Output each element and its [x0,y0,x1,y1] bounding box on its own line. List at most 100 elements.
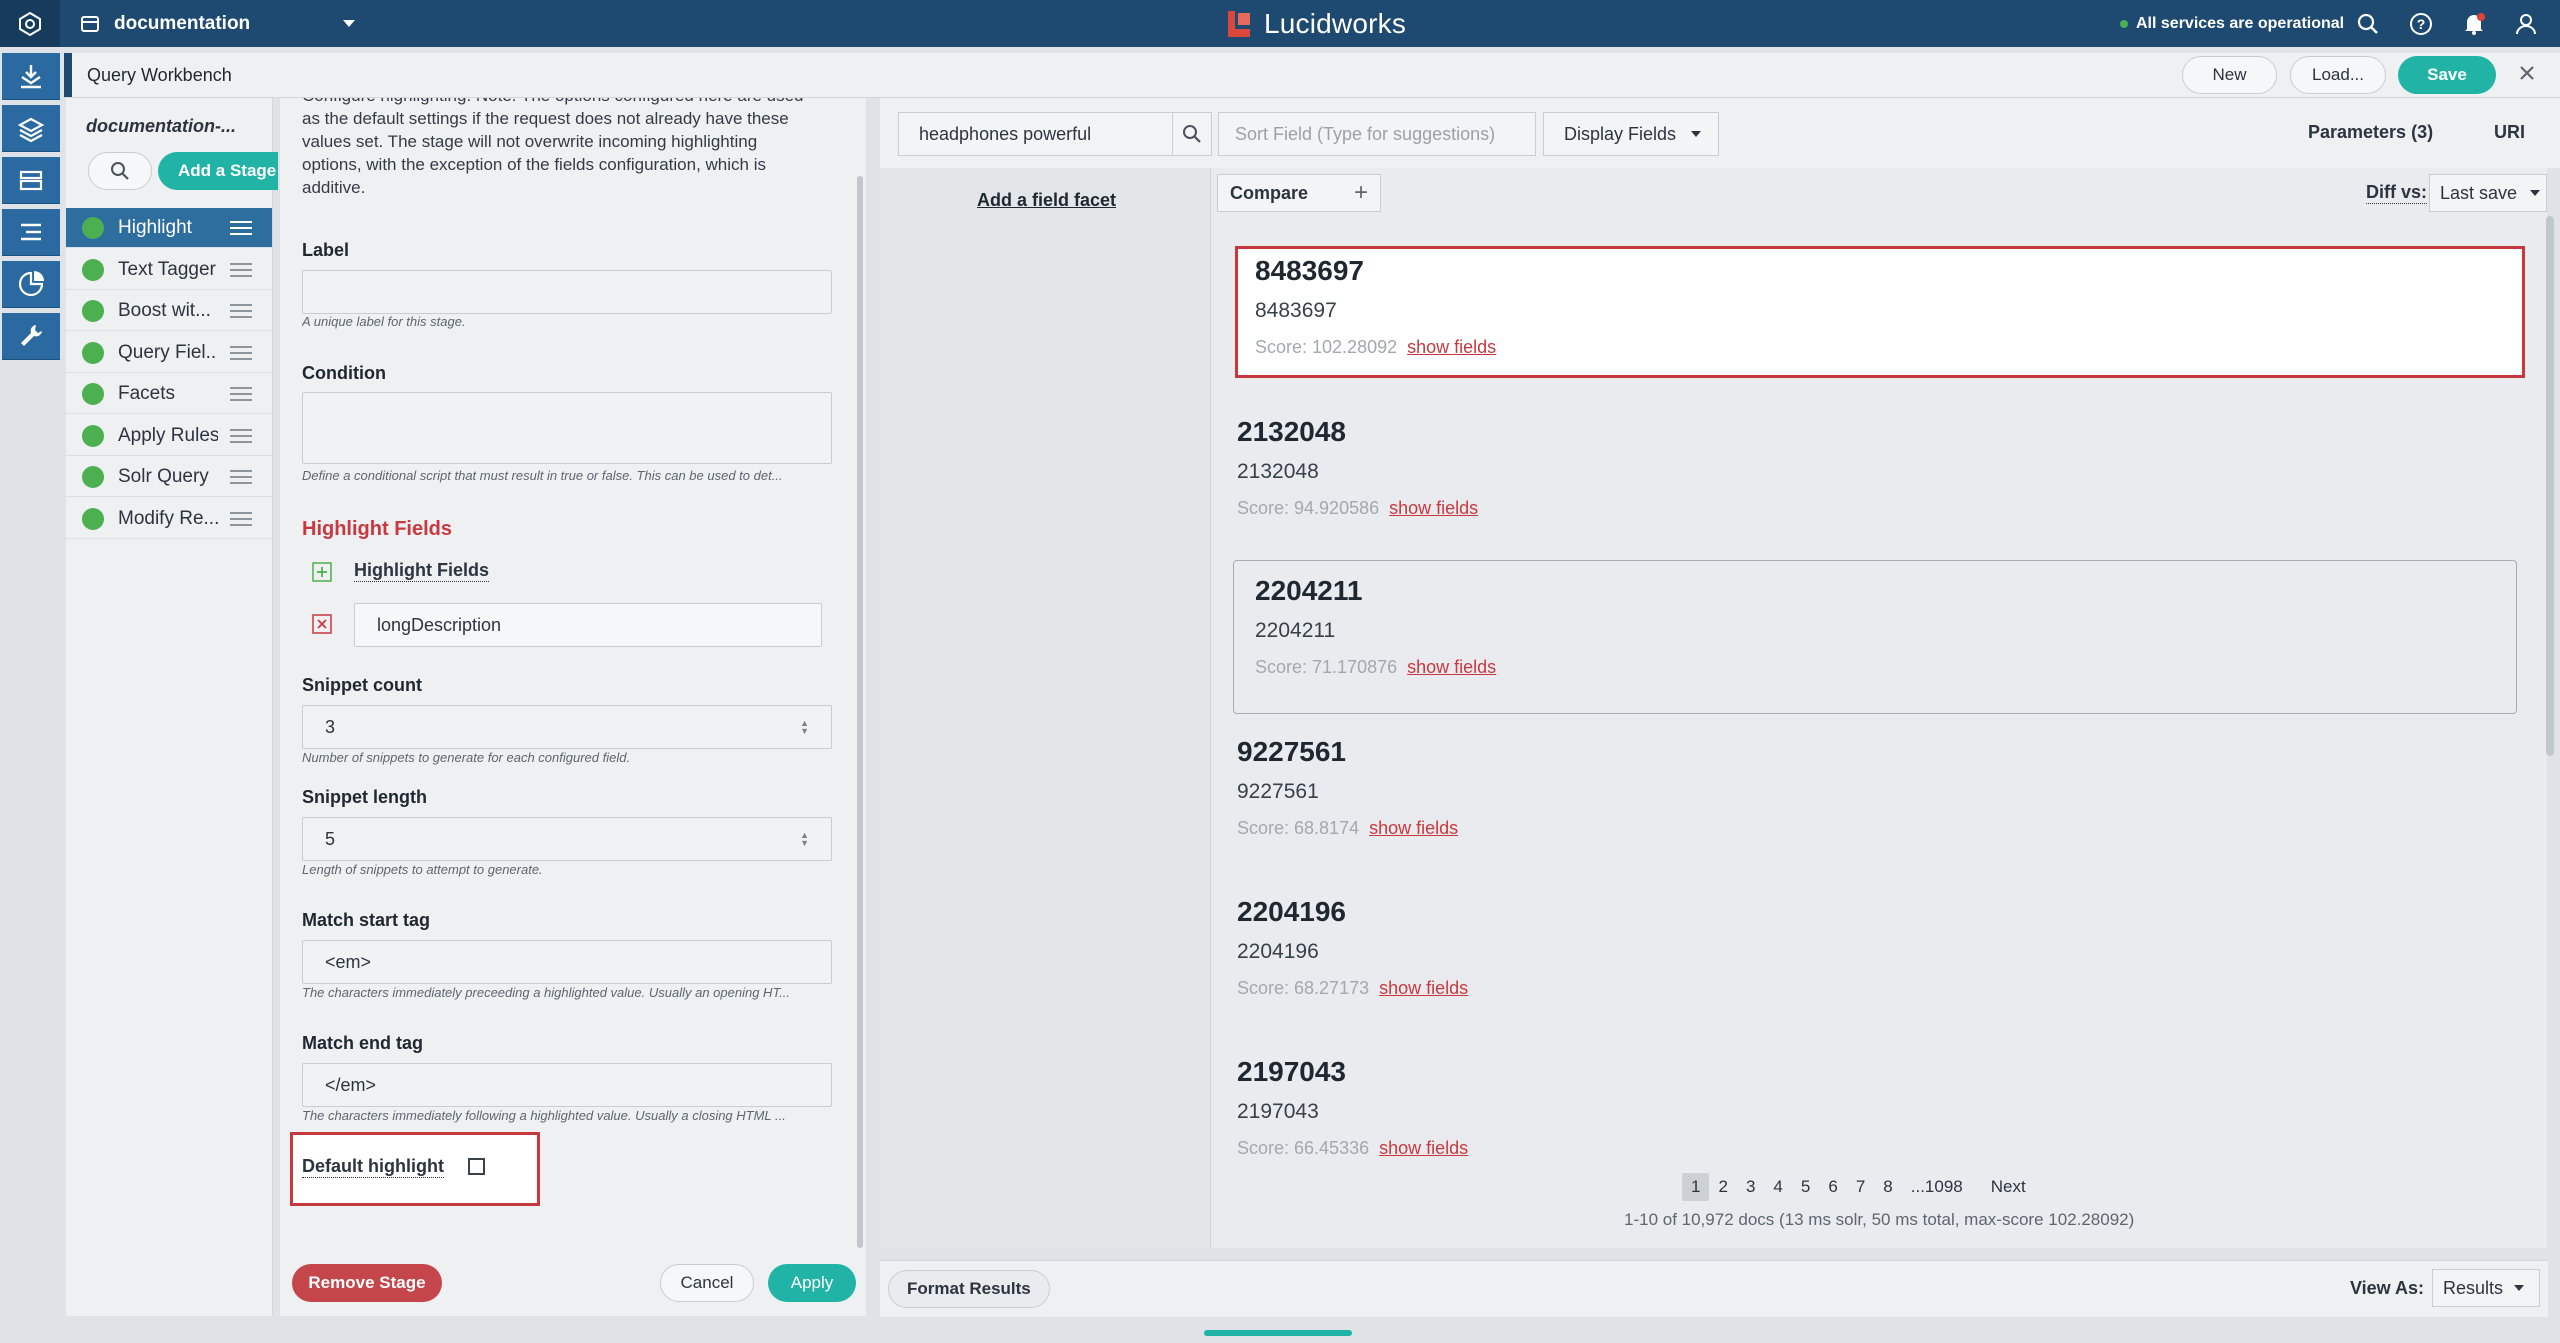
app-selector[interactable]: documentation [80,0,250,47]
compare-button[interactable]: Compare + [1217,174,1381,212]
stage-item-query-fields[interactable]: Query Fiel... [66,333,272,373]
result-item[interactable]: 2204196 2204196 Score: 68.27173 show fie… [1237,890,2499,1022]
page-link[interactable]: 8 [1874,1173,1901,1201]
stage-item-modify-response[interactable]: Modify Re... [66,499,272,539]
page-link[interactable]: 7 [1847,1173,1874,1201]
drag-handle-icon[interactable] [230,383,252,405]
uri-link[interactable]: URI [2494,122,2525,143]
result-item[interactable]: 2132048 2132048 Score: 94.920586 show fi… [1237,410,2499,542]
app-dropdown-caret-icon[interactable] [340,14,358,32]
apply-button[interactable]: Apply [768,1264,856,1302]
stage-enabled-icon[interactable] [82,382,104,405]
stage-item-boost[interactable]: Boost wit... [66,291,272,331]
stage-enabled-icon[interactable] [82,216,104,239]
result-title[interactable]: 2204196 [1237,896,1346,928]
close-icon[interactable] [2516,62,2538,84]
stage-item-text-tagger[interactable]: Text Tagger [66,250,272,290]
drag-handle-icon[interactable] [230,425,252,447]
label-input[interactable] [302,270,832,314]
save-button[interactable]: Save [2398,56,2496,94]
stage-item-highlight[interactable]: Highlight [66,208,272,248]
drag-handle-icon[interactable] [230,300,252,322]
stepper-icon[interactable]: ▲ ▼ [800,831,809,848]
fusion-logo-icon[interactable] [0,0,60,47]
highlight-field-input[interactable]: longDescription [354,603,822,647]
stage-enabled-icon[interactable] [82,341,104,364]
show-fields-link[interactable]: show fields [1369,818,1458,839]
drag-handle-icon[interactable] [230,466,252,488]
page-link[interactable]: 6 [1819,1173,1846,1201]
stage-enabled-icon[interactable] [82,424,104,447]
view-as-dropdown[interactable]: Results [2432,1269,2540,1307]
result-title[interactable]: 9227561 [1237,736,1346,768]
help-icon[interactable]: ? [2408,11,2434,37]
stage-enabled-icon[interactable] [82,465,104,488]
show-fields-link[interactable]: show fields [1407,337,1496,358]
stage-enabled-icon[interactable] [82,299,104,322]
page-link[interactable]: 4 [1764,1173,1791,1201]
drag-handle-icon[interactable] [230,217,252,239]
snippet-count-input[interactable]: 3 ▲ ▼ [302,705,832,749]
nav-system-wrench-icon[interactable] [2,313,60,360]
result-item[interactable]: 2197043 2197043 Score: 66.45336 show fie… [1237,1050,2499,1182]
query-input[interactable]: headphones powerful [898,112,1174,156]
result-title[interactable]: 8483697 [1255,255,1364,287]
diff-vs-dropdown[interactable]: Last save [2429,174,2547,212]
page-link[interactable]: 5 [1792,1173,1819,1201]
stepper-icon[interactable]: ▲ ▼ [800,719,809,736]
page-link[interactable]: 3 [1737,1173,1764,1201]
query-search-button[interactable] [1172,112,1212,156]
match-start-input[interactable]: <em> [302,940,832,984]
sort-field-input[interactable]: Sort Field (Type for suggestions) [1218,112,1536,156]
nav-rules-icon[interactable] [2,209,60,256]
resize-handle[interactable] [1204,1330,1352,1336]
cancel-button[interactable]: Cancel [660,1264,754,1302]
drag-handle-icon[interactable] [230,342,252,364]
match-end-input[interactable]: </em> [302,1063,832,1107]
pipeline-name[interactable]: documentation-... [86,116,236,137]
results-scrollbar[interactable] [2546,216,2554,756]
page-link[interactable]: 1 [1682,1173,1710,1201]
notification-bell-icon[interactable] [2461,11,2487,37]
search-icon[interactable] [2355,11,2381,37]
nav-query-workbench-icon[interactable] [2,105,60,152]
add-stage-button[interactable]: Add a Stage [158,152,278,190]
nav-collections-icon[interactable] [2,157,60,204]
highlight-fields-add-label[interactable]: Highlight Fields [354,560,489,582]
parameters-link[interactable]: Parameters (3) [2308,122,2433,143]
default-highlight-checkbox[interactable] [468,1158,485,1175]
remove-stage-button[interactable]: Remove Stage [292,1264,442,1302]
add-field-facet-link[interactable]: Add a field facet [977,190,1116,211]
result-title[interactable]: 2132048 [1237,416,1346,448]
stage-item-solr-query[interactable]: Solr Query [66,457,272,497]
result-item[interactable]: 2204211 2204211 Score: 71.170876 show fi… [1233,560,2517,714]
next-page-link[interactable]: Next [1982,1173,2035,1201]
add-field-icon[interactable] [312,562,332,582]
stage-enabled-icon[interactable] [82,258,104,281]
config-scrollbar[interactable] [857,176,863,1248]
show-fields-link[interactable]: show fields [1379,978,1468,999]
display-fields-dropdown[interactable]: Display Fields [1543,112,1719,156]
stage-search-button[interactable] [88,152,152,190]
snippet-length-input[interactable]: 5 ▲ ▼ [302,817,832,861]
stage-enabled-icon[interactable] [82,507,104,530]
stage-item-apply-rules[interactable]: Apply Rules [66,416,272,456]
page-link[interactable]: 2 [1709,1173,1736,1201]
condition-textarea[interactable] [302,392,832,464]
result-item[interactable]: 9227561 9227561 Score: 68.8174 show fiel… [1237,730,2499,862]
show-fields-link[interactable]: show fields [1379,1138,1468,1159]
load-button[interactable]: Load... [2290,56,2386,94]
remove-field-icon[interactable] [312,614,332,634]
drag-handle-icon[interactable] [230,508,252,530]
plus-icon[interactable]: + [1354,179,1368,207]
drag-handle-icon[interactable] [230,259,252,281]
page-link[interactable]: ...1098 [1902,1173,1972,1201]
new-button[interactable]: New [2182,56,2277,94]
result-item[interactable]: 8483697 8483697 Score: 102.28092 show fi… [1235,246,2525,378]
result-title[interactable]: 2204211 [1255,575,1362,607]
nav-analytics-icon[interactable] [2,261,60,308]
result-title[interactable]: 2197043 [1237,1056,1346,1088]
show-fields-link[interactable]: show fields [1407,657,1496,678]
nav-index-workbench-icon[interactable] [2,53,60,100]
show-fields-link[interactable]: show fields [1389,498,1478,519]
